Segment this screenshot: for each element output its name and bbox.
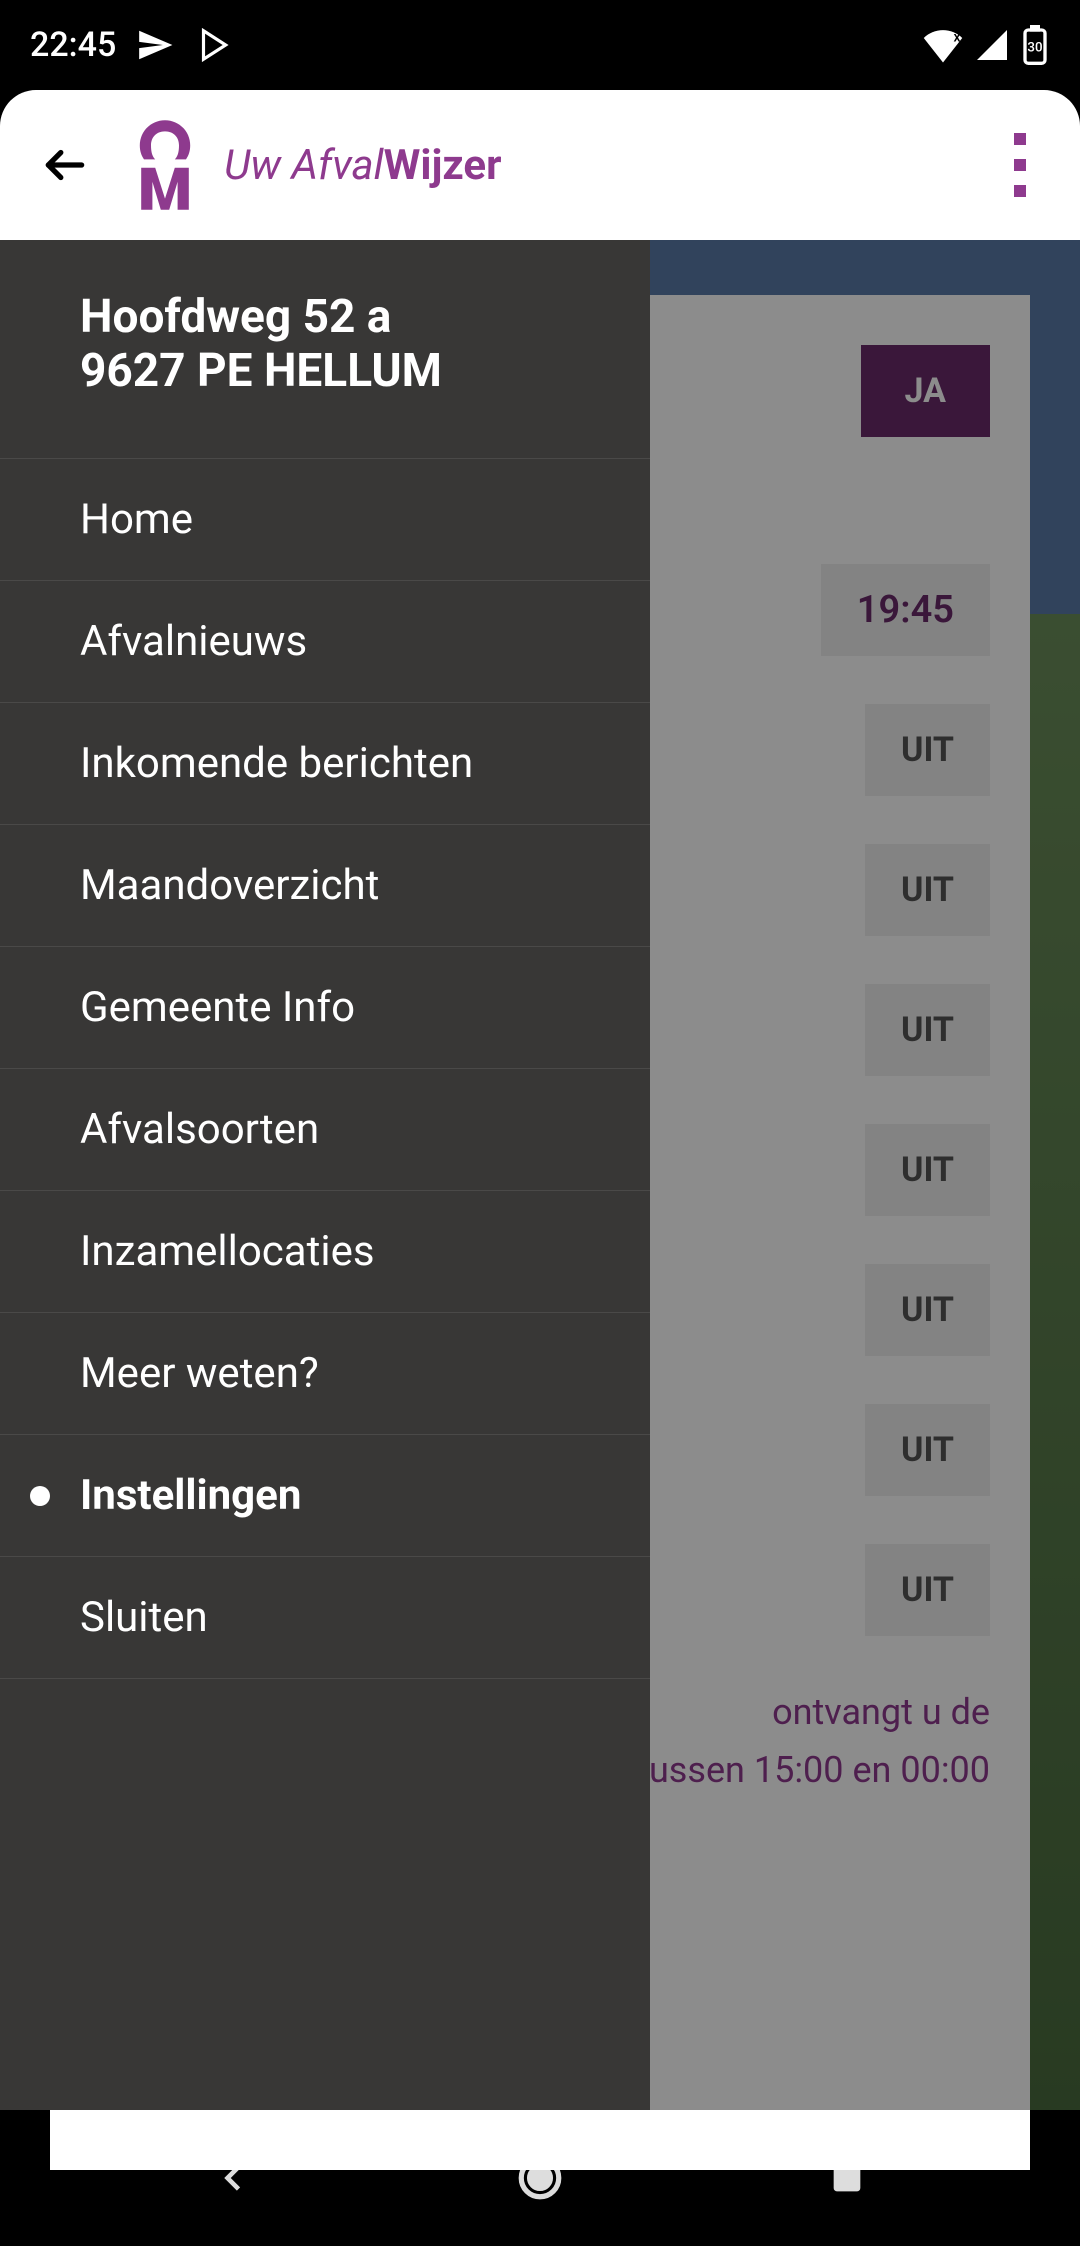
nav-item-afvalnieuws[interactable]: Afvalnieuws xyxy=(0,580,650,702)
active-indicator-icon xyxy=(30,1486,50,1506)
more-options-button[interactable] xyxy=(990,115,1050,215)
nav-item-gemeente-info[interactable]: Gemeente Info xyxy=(0,946,650,1068)
nav-item-inkomende-berichten[interactable]: Inkomende berichten xyxy=(0,702,650,824)
nav-item-home[interactable]: Home xyxy=(0,458,650,580)
svg-text:x: x xyxy=(954,30,961,46)
more-dot-icon xyxy=(1014,133,1026,145)
more-dot-icon xyxy=(1014,185,1026,197)
nav-item-instellingen[interactable]: Instellingen xyxy=(0,1434,650,1556)
play-icon xyxy=(194,26,232,64)
nav-item-sluiten[interactable]: Sluiten xyxy=(0,1556,650,1679)
send-icon xyxy=(136,26,174,64)
nav-item-afvalsoorten[interactable]: Afvalsoorten xyxy=(0,1068,650,1190)
svg-text:30: 30 xyxy=(1027,41,1042,56)
back-button[interactable] xyxy=(30,130,100,200)
navigation-drawer: Hoofdweg 52 a 9627 PE HELLUM Home Afvaln… xyxy=(0,240,650,2110)
nav-item-meer-weten[interactable]: Meer weten? xyxy=(0,1312,650,1434)
more-dot-icon xyxy=(1014,159,1026,171)
wifi-icon: x xyxy=(922,27,964,63)
content-area: JA tie voor 19:45 UIT UIT UIT UIT UIT UI… xyxy=(0,240,1080,2110)
address-line2: 9627 PE HELLUM xyxy=(80,344,570,398)
nav-item-maandoverzicht[interactable]: Maandoverzicht xyxy=(0,824,650,946)
app-header: Uw AfvalWijzer xyxy=(0,90,1080,240)
drawer-address: Hoofdweg 52 a 9627 PE HELLUM xyxy=(0,240,650,458)
nav-item-inzamellocaties[interactable]: Inzamellocaties xyxy=(0,1190,650,1312)
status-time: 22:45 xyxy=(30,25,116,65)
app-logo-icon xyxy=(130,120,200,210)
status-bar: 22:45 x 30 xyxy=(0,0,1080,90)
battery-icon: 30 xyxy=(1020,25,1050,65)
address-line1: Hoofdweg 52 a xyxy=(80,290,570,344)
app-title: Uw AfvalWijzer xyxy=(224,141,502,190)
signal-icon xyxy=(974,27,1010,63)
